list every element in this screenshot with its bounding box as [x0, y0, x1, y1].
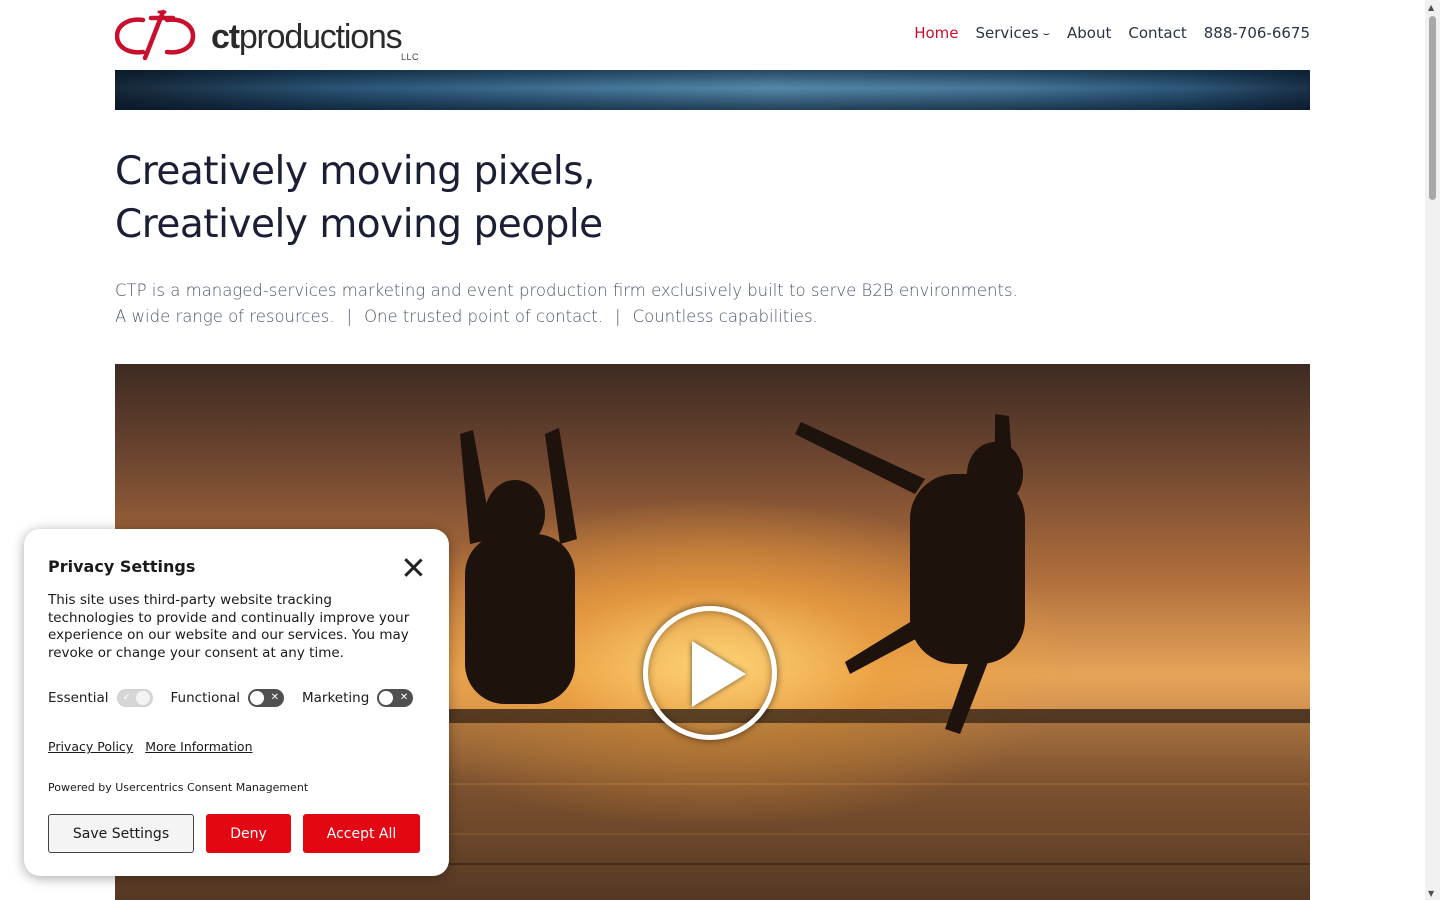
- switch-knob: [249, 691, 264, 705]
- intro-line-1: CTP is a managed-services marketing and …: [115, 281, 1018, 300]
- nav-contact[interactable]: Contact: [1128, 24, 1186, 42]
- site-header: ctproductions LLC Home Services ⌣ About C…: [115, 0, 1310, 70]
- hero-headline: Creatively moving pixels, Creatively mov…: [115, 145, 603, 251]
- essential-switch: ✓: [116, 689, 153, 707]
- accept-all-button[interactable]: Accept All: [303, 814, 420, 853]
- headline-line-1: Creatively moving pixels,: [115, 149, 595, 194]
- main-nav: Home Services ⌣ About Contact 888-706-667…: [914, 24, 1310, 42]
- intro-separator: |: [346, 307, 353, 326]
- intro-resources: A wide range of resources.: [115, 307, 335, 326]
- privacy-actions: Save Settings Deny Accept All: [48, 814, 420, 853]
- privacy-links: Privacy Policy More Information: [48, 739, 253, 754]
- nav-services-label: Services: [975, 24, 1039, 42]
- privacy-settings-dialog: Privacy Settings This site uses third-pa…: [24, 529, 449, 876]
- jumper-right: [795, 414, 1025, 734]
- deny-button[interactable]: Deny: [206, 814, 291, 853]
- hero-intro: CTP is a managed-services marketing and …: [115, 278, 1018, 330]
- toggle-marketing: Marketing ✕: [301, 689, 414, 707]
- nav-phone[interactable]: 888-706-6675: [1204, 24, 1310, 42]
- privacy-description: This site uses third-party website track…: [48, 592, 410, 661]
- logo-wordmark: ctproductions: [211, 18, 403, 56]
- toggle-marketing-label: Marketing: [301, 690, 370, 706]
- toggle-essential-label: Essential: [48, 690, 109, 706]
- scroll-up-arrow-icon[interactable]: ▲: [1428, 3, 1434, 12]
- close-icon[interactable]: [403, 557, 423, 577]
- site-logo[interactable]: ctproductions LLC: [115, 8, 425, 64]
- toggle-functional-label: Functional: [170, 690, 240, 706]
- scroll-down-arrow-icon[interactable]: ▼: [1428, 889, 1434, 898]
- header-banner-image: [115, 70, 1310, 110]
- save-settings-button[interactable]: Save Settings: [48, 814, 194, 853]
- page: ctproductions LLC Home Services ⌣ About C…: [0, 0, 1425, 900]
- privacy-policy-link[interactable]: Privacy Policy: [48, 739, 133, 754]
- check-icon: ✓: [122, 692, 131, 703]
- intro-separator: |: [615, 307, 621, 326]
- x-icon: ✕: [270, 692, 279, 703]
- toggle-essential: Essential ✓: [48, 689, 153, 707]
- nav-about[interactable]: About: [1067, 24, 1111, 42]
- logo-suffix: LLC: [401, 52, 420, 62]
- jumper-left: [460, 428, 577, 704]
- play-button[interactable]: [643, 606, 777, 740]
- ctp-logo-mark-icon: [115, 9, 196, 61]
- consent-toggles: Essential ✓ Functional ✕ Marketing ✕: [48, 689, 431, 707]
- privacy-title: Privacy Settings: [48, 557, 196, 576]
- powered-by-text: Powered by Usercentrics Consent Manageme…: [48, 781, 309, 794]
- scrollbar-thumb[interactable]: [1429, 16, 1436, 200]
- marketing-switch[interactable]: ✕: [377, 689, 414, 707]
- switch-knob: [135, 691, 150, 705]
- headline-line-2: Creatively moving people: [115, 202, 603, 247]
- chevron-down-icon: ⌣: [1042, 27, 1051, 40]
- nav-services[interactable]: Services ⌣: [976, 24, 1051, 42]
- more-information-link[interactable]: More Information: [145, 739, 252, 754]
- toggle-functional: Functional ✕: [171, 689, 284, 707]
- intro-line-2: A wide range of resources. | One trusted p…: [115, 304, 1018, 330]
- intro-capabilities: Countless capabilities.: [632, 307, 818, 326]
- x-icon: ✕: [399, 692, 409, 703]
- page-scrollbar[interactable]: ▲ ▼: [1425, 0, 1440, 900]
- functional-switch[interactable]: ✕: [247, 689, 284, 707]
- intro-contact: One trusted point of contact.: [364, 307, 604, 326]
- switch-knob: [379, 691, 394, 705]
- nav-home[interactable]: Home: [914, 24, 958, 42]
